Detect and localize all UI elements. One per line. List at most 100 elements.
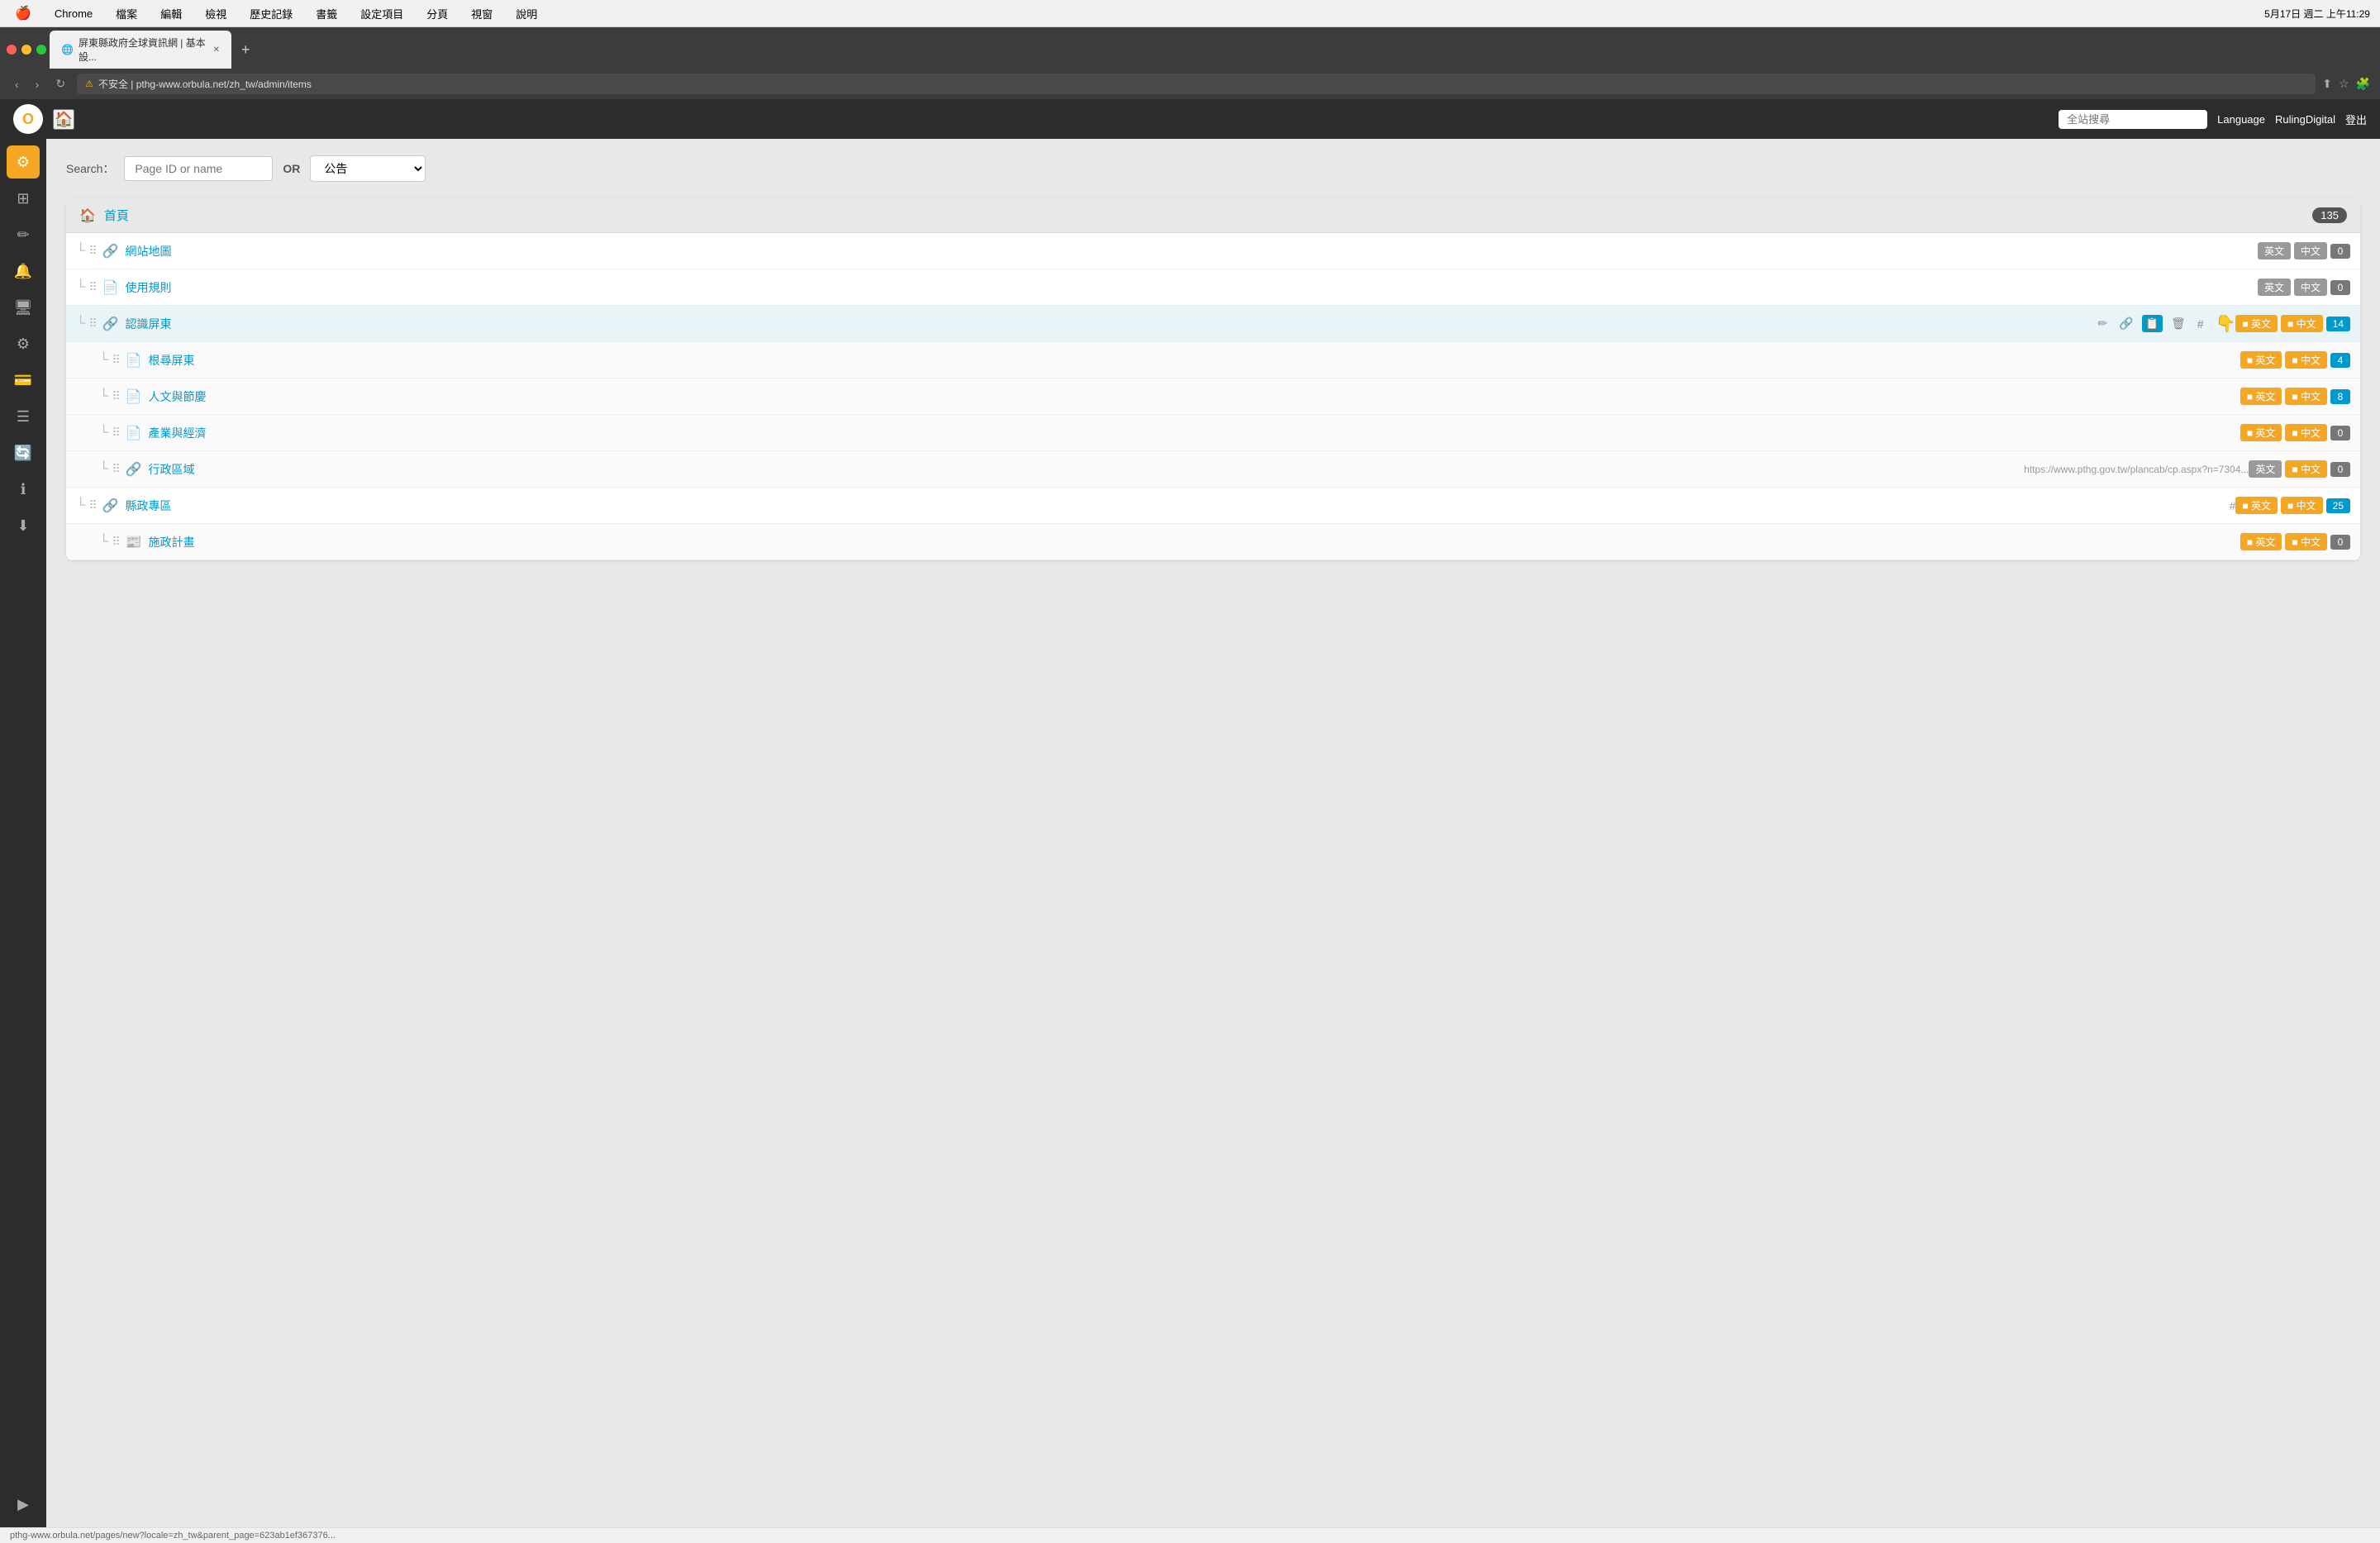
security-icon: ⚠ [85, 79, 93, 89]
page-name-culture[interactable]: 人文與節慶 [149, 388, 2240, 405]
sidebar-item-notifications[interactable]: 🔔 [7, 255, 40, 288]
sidebar-item-info[interactable]: ℹ [7, 473, 40, 506]
sidebar-item-settings[interactable]: ⚙ [7, 145, 40, 179]
lang-badge-zh[interactable]: ■ 中文 [2285, 388, 2327, 405]
child-count: 0 [2330, 462, 2350, 477]
tree-root-count: 135 [2312, 207, 2347, 223]
maximize-button[interactable] [36, 45, 46, 55]
sidebar-item-card[interactable]: 💳 [7, 364, 40, 397]
lang-badge-en[interactable]: ■ 英文 [2240, 533, 2282, 550]
sidebar-item-download[interactable]: ⬇ [7, 509, 40, 542]
page-name-districts[interactable]: 行政區域 [149, 461, 2018, 478]
category-select[interactable]: 公告 [310, 155, 426, 182]
app-header: O 🏠 Language RulingDigital 登出 [0, 99, 2380, 139]
link-icon: 🔗 [102, 243, 119, 260]
page-name-policy[interactable]: 施政計畫 [149, 534, 2240, 550]
logout-button[interactable]: 登出 [2345, 112, 2367, 127]
lang-badges-terms: 英文 中文 0 [2258, 279, 2350, 296]
menu-tab[interactable]: 分頁 [421, 4, 453, 23]
address-input-bar[interactable]: ⚠ 不安全 | pthg-www.orbula.net/zh_tw/admin/… [77, 74, 2316, 94]
lang-badge-zh[interactable]: ■ 中文 [2281, 497, 2323, 514]
hash-action-button[interactable]: # [2194, 316, 2207, 332]
sidebar-item-display[interactable]: 🖥 [7, 291, 40, 324]
drag-handle[interactable]: ⠿ [88, 280, 97, 294]
reload-button[interactable]: ↻ [50, 75, 70, 93]
lang-badge-zh[interactable]: 中文 [2294, 242, 2327, 260]
extensions-button[interactable]: 🧩 [2356, 77, 2370, 91]
lang-badge-en[interactable]: ■ 英文 [2240, 351, 2282, 369]
page-name-roots[interactable]: 根尋屏東 [149, 352, 2240, 369]
lang-badge-zh[interactable]: ■ 中文 [2285, 533, 2327, 550]
lang-badge-en[interactable]: 英文 [2249, 460, 2282, 478]
back-button[interactable]: ‹ [10, 76, 24, 93]
drag-handle[interactable]: ⠿ [112, 353, 120, 367]
tree-row-policy: └ ⠿ 📰 施政計畫 ■ 英文 ■ 中文 0 [66, 524, 2360, 560]
lang-badge-zh[interactable]: 中文 [2294, 279, 2327, 296]
sidebar-item-list[interactable]: ☰ [7, 400, 40, 433]
global-search-input[interactable] [2059, 110, 2207, 129]
close-button[interactable] [7, 45, 17, 55]
page-name-pingtung[interactable]: 認識屏東 [126, 316, 2095, 332]
browser-chrome: 🌐 屏東縣政府全球資訊網 | 基本設... ✕ + ‹ › ↻ ⚠ 不安全 | … [0, 27, 2380, 99]
tree-root-header: 🏠 首頁 135 [66, 198, 2360, 233]
drag-handle[interactable]: ⠿ [88, 498, 97, 512]
lang-badge-en[interactable]: ■ 英文 [2240, 424, 2282, 441]
page-name-county[interactable]: 縣政專區 [126, 498, 2225, 514]
active-tab[interactable]: 🌐 屏東縣政府全球資訊網 | 基本設... ✕ [50, 31, 231, 69]
menu-file[interactable]: 檔案 [111, 4, 142, 23]
drag-handle[interactable]: ⠿ [112, 535, 120, 549]
app-logo: O [13, 104, 43, 134]
page-name-industry[interactable]: 產業與經濟 [149, 425, 2240, 441]
lang-badge-en[interactable]: ■ 英文 [2235, 497, 2278, 514]
child-count: 8 [2330, 389, 2350, 404]
forward-button[interactable]: › [31, 76, 45, 93]
link-action-button[interactable]: 🔗 [2116, 315, 2136, 332]
lang-badge-zh[interactable]: ■ 中文 [2285, 424, 2327, 441]
lang-badge-en[interactable]: 英文 [2258, 279, 2291, 296]
page-id-search-input[interactable] [124, 156, 273, 181]
sidebar-item-edit[interactable]: ✏ [7, 218, 40, 251]
page-name-sitemap[interactable]: 網站地圖 [126, 243, 2258, 260]
menu-help[interactable]: 說明 [511, 4, 542, 23]
language-switcher[interactable]: Language [2217, 113, 2265, 126]
menu-chrome[interactable]: Chrome [50, 6, 98, 21]
edit-action-button[interactable]: ✏ [2094, 315, 2111, 332]
lang-badge-en[interactable]: ■ 英文 [2240, 388, 2282, 405]
tab-close-button[interactable]: ✕ [213, 45, 220, 55]
sidebar-item-refresh[interactable]: 🔄 [7, 436, 40, 469]
menu-view[interactable]: 檢視 [200, 4, 231, 23]
apple-menu[interactable]: 🍎 [10, 3, 36, 23]
drag-handle[interactable]: ⠿ [88, 317, 97, 331]
lang-badges-pingtung: ■ 英文 ■ 中文 14 [2235, 315, 2350, 332]
lang-badge-zh[interactable]: ■ 中文 [2281, 315, 2323, 332]
share-button[interactable]: ⬆ [2322, 77, 2332, 91]
drag-handle[interactable]: ⠿ [112, 389, 120, 403]
indent-icon: └ [76, 244, 85, 259]
link-icon: 🔗 [126, 461, 142, 478]
menu-bookmarks[interactable]: 書籤 [311, 4, 342, 23]
tree-root-title[interactable]: 首頁 [104, 207, 129, 224]
drag-handle[interactable]: ⠿ [112, 426, 120, 440]
page-icon: 📄 [126, 388, 142, 405]
delete-action-button[interactable]: 🗑 [2168, 315, 2189, 332]
home-nav-button[interactable]: 🏠 [53, 109, 74, 130]
lang-badge-en[interactable]: ■ 英文 [2235, 315, 2278, 332]
new-tab-button[interactable]: + [235, 38, 257, 62]
child-count: 25 [2326, 498, 2350, 513]
drag-handle[interactable]: ⠿ [88, 244, 97, 258]
minimize-button[interactable] [21, 45, 31, 55]
page-name-terms[interactable]: 使用規則 [126, 279, 2258, 296]
lang-badge-zh[interactable]: ■ 中文 [2285, 460, 2327, 478]
menu-history[interactable]: 歷史記錄 [245, 4, 298, 23]
sidebar-item-arrow[interactable]: ▶ [7, 1488, 40, 1521]
menu-edit[interactable]: 編輯 [155, 4, 187, 23]
bookmark-button[interactable]: ☆ [2339, 77, 2349, 91]
sidebar-item-dashboard[interactable]: ⊞ [7, 182, 40, 215]
menu-window[interactable]: 視窗 [466, 4, 497, 23]
copy-action-button[interactable]: 📋 [2142, 315, 2163, 332]
lang-badge-zh[interactable]: ■ 中文 [2285, 351, 2327, 369]
lang-badge-en[interactable]: 英文 [2258, 242, 2291, 260]
sidebar-item-config[interactable]: ⚙ [7, 327, 40, 360]
drag-handle[interactable]: ⠿ [112, 462, 120, 476]
menu-settings[interactable]: 設定項目 [355, 4, 408, 23]
